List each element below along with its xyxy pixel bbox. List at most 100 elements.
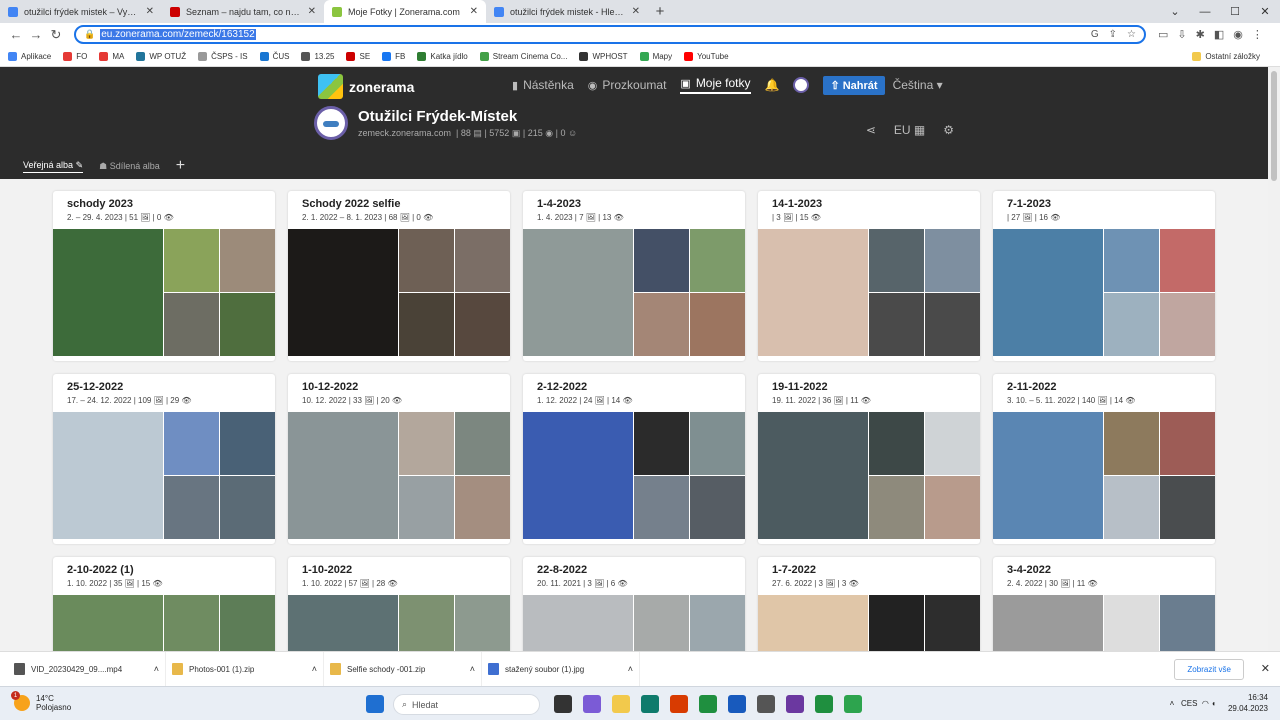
album-thumbnail[interactable] <box>869 595 924 651</box>
input-language[interactable]: CES <box>1181 699 1197 708</box>
album-card[interactable]: 1-10-2022 1. 10. 2022 | 57 🖼 | 28 👁 <box>288 557 510 651</box>
album-card[interactable]: 2-12-2022 1. 12. 2022 | 24 🖼 | 14 👁 <box>523 374 745 544</box>
clock[interactable]: 16:34 29.04.2023 <box>1228 692 1268 714</box>
album-card[interactable]: 1-7-2022 27. 6. 2022 | 3 🖼 | 3 👁 <box>758 557 980 651</box>
taskbar-app-icon[interactable] <box>554 695 572 713</box>
album-title[interactable]: 2-12-2022 <box>523 374 745 393</box>
browser-tab[interactable]: Seznam – najdu tam, co neznám ✕ <box>162 0 324 23</box>
sidepanel-icon[interactable]: ◧ <box>1214 28 1224 41</box>
album-title[interactable]: schody 2023 <box>53 191 275 210</box>
album-thumbnail[interactable] <box>455 293 510 356</box>
album-thumbnail[interactable] <box>523 412 633 539</box>
bookmark-item[interactable]: WPHOST <box>579 51 628 61</box>
album-thumbnail[interactable] <box>53 595 163 651</box>
album-thumbnail[interactable] <box>1104 229 1159 292</box>
forward-button[interactable]: → <box>26 25 46 45</box>
album-thumbnail[interactable] <box>455 595 510 651</box>
album-card[interactable]: 2-10-2022 (1) 1. 10. 2022 | 35 🖼 | 15 👁 <box>53 557 275 651</box>
album-title[interactable]: 3-4-2022 <box>993 557 1215 576</box>
album-thumbnail[interactable] <box>690 293 745 356</box>
chevron-up-icon[interactable]: ˄ <box>628 664 633 674</box>
album-mosaic[interactable] <box>523 229 745 356</box>
album-title[interactable]: 10-12-2022 <box>288 374 510 393</box>
album-thumbnail[interactable] <box>634 293 689 356</box>
album-thumbnail[interactable] <box>690 229 745 292</box>
chevron-up-icon[interactable]: ˄ <box>312 664 317 674</box>
album-thumbnail[interactable] <box>288 595 398 651</box>
taskbar-app-icon[interactable] <box>757 695 775 713</box>
album-mosaic[interactable] <box>53 595 275 651</box>
album-thumbnail[interactable] <box>690 476 745 539</box>
album-thumbnail[interactable] <box>869 412 924 475</box>
album-title[interactable]: Schody 2022 selfie <box>288 191 510 210</box>
other-bookmarks[interactable]: Ostatní záložky <box>1192 51 1260 61</box>
taskbar-app-icon[interactable] <box>815 695 833 713</box>
album-title[interactable]: 19-11-2022 <box>758 374 980 393</box>
album-thumbnail[interactable] <box>288 229 398 356</box>
album-thumbnail[interactable] <box>993 595 1103 651</box>
album-card[interactable]: 14-1-2023 | 3 🖼 | 15 👁 <box>758 191 980 361</box>
bookmark-item[interactable]: ČUS <box>259 51 289 61</box>
new-tab-button[interactable]: + <box>648 0 672 23</box>
taskbar-app-icon[interactable] <box>786 695 804 713</box>
album-thumbnail[interactable] <box>1104 412 1159 475</box>
album-thumbnail[interactable] <box>869 293 924 356</box>
taskbar-search[interactable]: ⌕ Hledat <box>393 694 540 715</box>
taskbar-app-icon[interactable] <box>844 695 862 713</box>
tab-public-albums[interactable]: Veřejná alba ✎ <box>23 160 84 173</box>
bookmark-item[interactable]: FB <box>382 51 405 61</box>
taskbar-app-icon[interactable] <box>670 695 688 713</box>
album-thumbnail[interactable] <box>993 412 1103 539</box>
album-thumbnail[interactable] <box>925 412 980 475</box>
chevron-up-icon[interactable]: ˄ <box>154 664 159 674</box>
chevron-up-icon[interactable]: ˄ <box>1170 699 1175 708</box>
tab-shared-albums[interactable]: ☗ Sdílená alba <box>99 161 160 172</box>
album-thumbnail[interactable] <box>758 229 868 356</box>
album-thumbnail[interactable] <box>455 412 510 475</box>
album-thumbnail[interactable] <box>925 595 980 651</box>
album-thumbnail[interactable] <box>455 476 510 539</box>
album-thumbnail[interactable] <box>523 595 633 651</box>
taskbar-app-icon[interactable] <box>728 695 746 713</box>
browser-tab[interactable]: otužilci frýdek mistek - Hledat G ✕ <box>486 0 648 23</box>
add-album-plus-icon[interactable]: + <box>176 157 185 175</box>
nav-my-photos[interactable]: ▣ Moje fotky <box>680 76 751 94</box>
album-title[interactable]: 2-10-2022 (1) <box>53 557 275 576</box>
back-button[interactable]: ← <box>6 25 26 45</box>
album-thumbnail[interactable] <box>634 595 689 651</box>
page-scrollbar[interactable] <box>1268 67 1280 651</box>
wifi-icon[interactable]: ◠ <box>1202 699 1209 708</box>
download-item[interactable]: Selfie schody -001.zip ˄ <box>324 651 482 687</box>
nav-dashboard[interactable]: ▮ Nástěnka <box>512 78 574 92</box>
album-thumbnail[interactable] <box>220 412 275 475</box>
album-thumbnail[interactable] <box>53 412 163 539</box>
album-thumbnail[interactable] <box>1160 476 1215 539</box>
reload-button[interactable]: ↻ <box>46 25 66 45</box>
bookmark-item[interactable]: MA <box>99 51 124 61</box>
album-thumbnail[interactable] <box>1160 595 1215 651</box>
album-card[interactable]: 19-11-2022 19. 11. 2022 | 36 🖼 | 11 👁 <box>758 374 980 544</box>
album-card[interactable]: 2-11-2022 3. 10. – 5. 11. 2022 | 140 🖼 | … <box>993 374 1215 544</box>
album-card[interactable]: 22-8-2022 20. 11. 2021 | 3 🖼 | 6 👁 <box>523 557 745 651</box>
album-thumbnail[interactable] <box>164 595 219 651</box>
download-icon[interactable]: ⇩ <box>1177 28 1186 41</box>
taskbar-app-icon[interactable] <box>612 695 630 713</box>
upload-button[interactable]: ⇧ Nahrát <box>823 75 885 95</box>
album-title[interactable]: 7-1-2023 <box>993 191 1215 210</box>
pencil-icon[interactable]: ✎ <box>76 160 84 171</box>
album-thumbnail[interactable] <box>1104 595 1159 651</box>
share-icon[interactable]: ⇪ <box>1109 29 1117 40</box>
album-card[interactable]: Schody 2022 selfie 2. 1. 2022 – 8. 1. 202… <box>288 191 510 361</box>
bookmark-item[interactable]: Stream Cinema Co... <box>479 51 567 61</box>
close-tab-icon[interactable]: ✕ <box>308 6 316 17</box>
browser-tab[interactable]: Moje Fotky | Zonerama.com ✕ <box>324 0 486 23</box>
album-thumbnail[interactable] <box>399 595 454 651</box>
album-thumbnail[interactable] <box>1160 229 1215 292</box>
taskbar-app-icon[interactable] <box>699 695 717 713</box>
album-thumbnail[interactable] <box>523 229 633 356</box>
download-item[interactable]: VID_20230429_09....mp4 ˄ <box>8 651 166 687</box>
album-thumbnail[interactable] <box>164 293 219 356</box>
bookmark-item[interactable]: FO <box>63 51 87 61</box>
album-thumbnail[interactable] <box>399 412 454 475</box>
album-thumbnail[interactable] <box>993 229 1103 356</box>
